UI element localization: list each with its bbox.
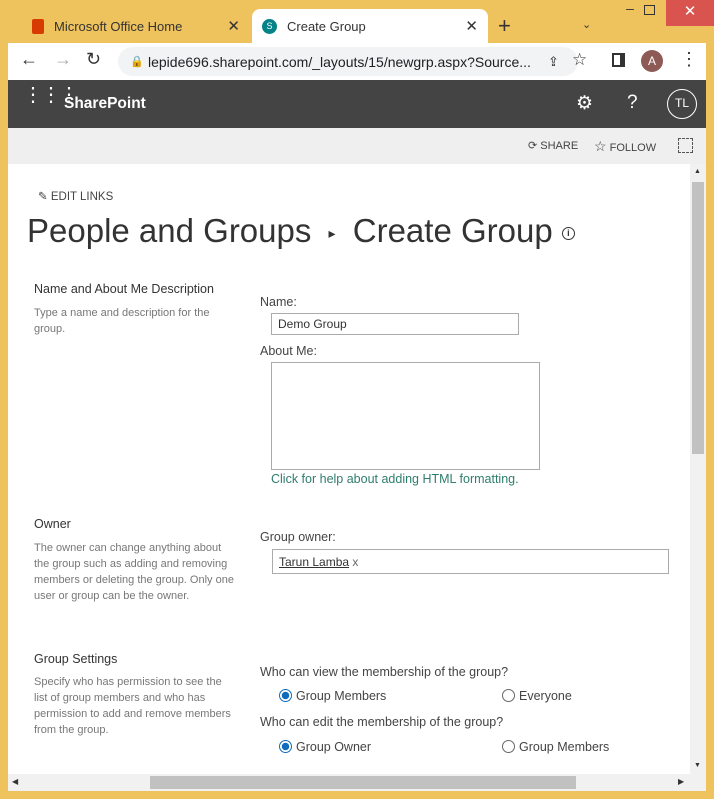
- vertical-scrollbar[interactable]: ▲ ▼: [690, 164, 706, 774]
- about-me-label: About Me:: [260, 344, 317, 358]
- command-bar: ⟳ SHARE ☆ FOLLOW: [8, 128, 706, 164]
- share-page-icon[interactable]: ⇪: [548, 54, 559, 70]
- tab-title: Microsoft Office Home: [54, 18, 183, 34]
- scroll-down-arrow[interactable]: ▼: [694, 762, 701, 769]
- radio-selected-icon: [279, 740, 292, 753]
- owner-entity[interactable]: Tarun Lamba: [279, 555, 349, 569]
- scroll-right-arrow[interactable]: ▶: [678, 777, 684, 786]
- radio-unselected-icon: [502, 689, 515, 702]
- view-everyone-radio[interactable]: Everyone: [502, 689, 572, 703]
- view-membership-question: Who can view the membership of the group…: [260, 665, 509, 679]
- section-settings-heading: Group Settings: [34, 652, 118, 666]
- app-name[interactable]: SharePoint: [64, 95, 146, 113]
- section-settings-desc: Specify who has permission to see the li…: [34, 676, 231, 736]
- close-tab-icon[interactable]: ✕: [227, 17, 240, 35]
- new-tab-button[interactable]: +: [498, 13, 511, 39]
- back-icon[interactable]: ←: [20, 49, 38, 70]
- tab-title: Create Group: [287, 18, 366, 34]
- group-owner-label: Group owner:: [260, 530, 336, 544]
- section-name-heading: Name and About Me Description: [34, 282, 214, 296]
- forward-icon[interactable]: →: [54, 49, 72, 70]
- name-input[interactable]: Demo Group: [271, 313, 519, 335]
- close-window-button[interactable]: ✕: [666, 0, 714, 26]
- bookmark-star-icon[interactable]: ☆: [572, 50, 587, 70]
- page-title: People and Groups ▸ Create Group i: [27, 212, 575, 250]
- view-group-members-radio[interactable]: Group Members: [279, 689, 386, 703]
- radio-unselected-icon: [502, 740, 515, 753]
- minimize-button[interactable]: –: [616, 0, 644, 24]
- reload-icon[interactable]: ↻: [86, 49, 101, 70]
- section-name-desc: Type a name and description for the grou…: [34, 307, 210, 335]
- edit-membership-question: Who can edit the membership of the group…: [260, 715, 504, 729]
- sharepoint-icon: S: [262, 18, 277, 34]
- page-content: ✎ EDIT LINKS People and Groups ▸ Create …: [8, 164, 690, 774]
- info-icon[interactable]: i: [561, 226, 575, 240]
- suite-bar: ⋮⋮⋮ SharePoint ⚙ ? TL: [8, 80, 706, 128]
- share-button[interactable]: ⟳ SHARE: [528, 139, 578, 152]
- tab-create-group[interactable]: S Create Group ✕: [252, 9, 488, 43]
- tab-search-button[interactable]: ⌄: [582, 18, 591, 31]
- pencil-icon: ✎: [38, 191, 48, 203]
- browser-toolbar: ← → ↻ 🔒 lepide696.sharepoint.com/_layout…: [8, 43, 706, 80]
- maximize-button[interactable]: [644, 5, 655, 15]
- section-owner-desc: The owner can change anything about the …: [34, 542, 234, 602]
- user-avatar[interactable]: TL: [667, 89, 697, 119]
- tab-office-home[interactable]: Microsoft Office Home ✕: [22, 10, 250, 42]
- breadcrumb-separator-icon: ▸: [328, 224, 336, 241]
- scroll-up-arrow[interactable]: ▲: [694, 168, 701, 175]
- vertical-scroll-thumb[interactable]: [692, 182, 704, 454]
- profile-avatar[interactable]: A: [641, 50, 663, 72]
- about-me-textarea[interactable]: [271, 362, 540, 470]
- breadcrumb-people-and-groups[interactable]: People and Groups: [27, 212, 311, 249]
- lock-icon: 🔒: [130, 56, 144, 68]
- html-help-link[interactable]: Click for help about adding HTML formatt…: [271, 472, 519, 486]
- edit-group-members-radio[interactable]: Group Members: [502, 740, 609, 754]
- section-owner-heading: Owner: [34, 517, 71, 531]
- remove-owner-button[interactable]: x: [352, 555, 358, 569]
- horizontal-scroll-thumb[interactable]: [150, 776, 576, 789]
- close-tab-icon[interactable]: ✕: [465, 17, 478, 35]
- side-panel-icon[interactable]: [612, 53, 625, 67]
- office-icon: [32, 18, 44, 34]
- focus-mode-icon[interactable]: [678, 138, 693, 153]
- help-icon[interactable]: ?: [627, 92, 638, 114]
- follow-button[interactable]: ☆ FOLLOW: [594, 138, 656, 155]
- app-launcher-icon[interactable]: ⋮⋮⋮: [23, 85, 79, 105]
- star-icon: ☆: [594, 138, 607, 154]
- edit-group-owner-radio[interactable]: Group Owner: [279, 740, 371, 754]
- title-create-group: Create Group: [352, 212, 553, 249]
- edit-links-button[interactable]: ✎ EDIT LINKS: [38, 189, 113, 203]
- group-owner-picker[interactable]: Tarun Lamba x: [272, 549, 669, 574]
- scroll-left-arrow[interactable]: ◀: [12, 777, 18, 786]
- address-bar[interactable]: 🔒 lepide696.sharepoint.com/_layouts/15/n…: [118, 47, 578, 76]
- settings-gear-icon[interactable]: ⚙: [576, 92, 593, 115]
- name-label: Name:: [260, 295, 297, 309]
- horizontal-scrollbar[interactable]: ◀ ▶: [8, 774, 706, 791]
- radio-selected-icon: [279, 689, 292, 702]
- menu-icon[interactable]: ⋮: [680, 49, 698, 70]
- url-text: lepide696.sharepoint.com/_layouts/15/new…: [148, 53, 531, 70]
- share-icon: ⟳: [528, 140, 538, 152]
